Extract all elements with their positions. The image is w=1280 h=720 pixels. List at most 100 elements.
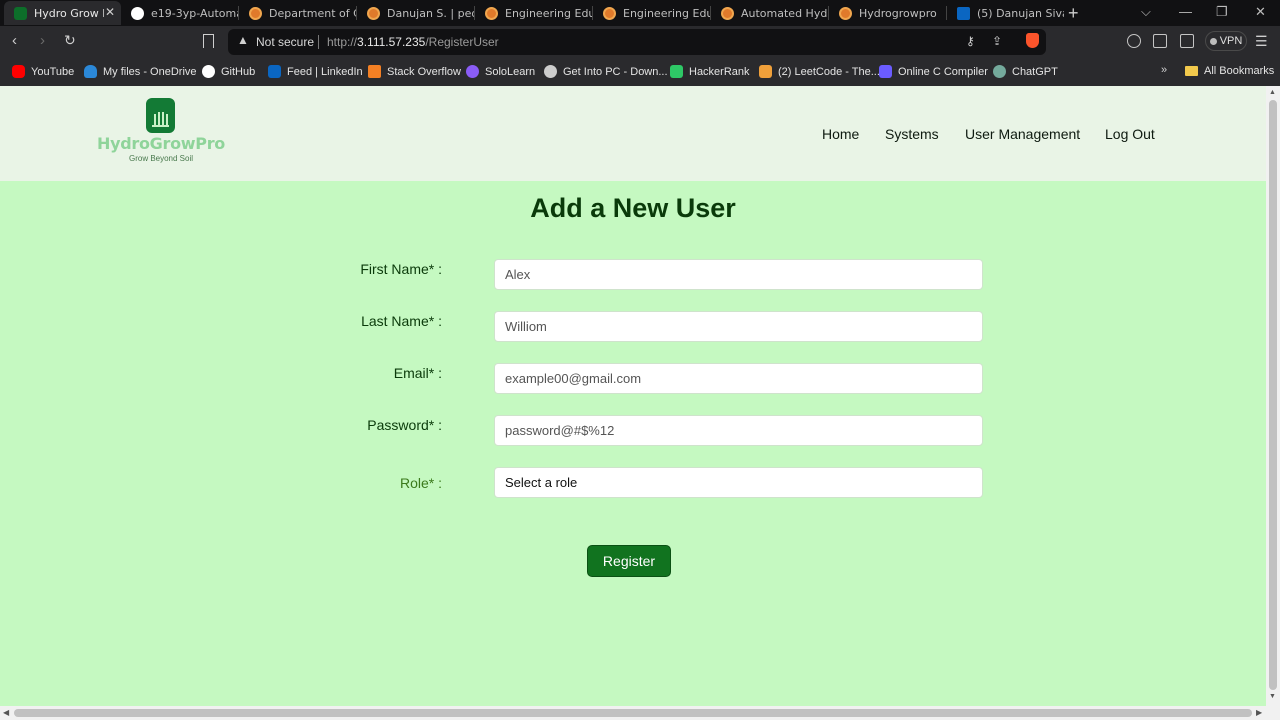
peradeniya-icon [367, 6, 380, 20]
bookmark-label: Get Into PC - Down... [563, 65, 668, 78]
bookmark-leetcode[interactable]: (2) LeetCode - The... [759, 65, 880, 78]
menu-icon[interactable]: ☰ [1255, 33, 1268, 50]
sidebar-icon[interactable] [1153, 34, 1167, 48]
bookmark-label: My files - OneDrive [103, 65, 197, 78]
nav-home[interactable]: Home [822, 126, 859, 142]
tab-hydrogrowpro[interactable]: Hydrogrowpro [829, 1, 946, 25]
vpn-status-icon [1209, 37, 1217, 45]
scroll-down-icon[interactable]: ▼ [1269, 693, 1276, 700]
vertical-scroll-thumb[interactable] [1269, 100, 1277, 690]
role-select-value: Select a role [505, 475, 578, 490]
tab-linkedin-profile[interactable]: (5) Danujan Sivasun [947, 1, 1064, 25]
extensions-icon[interactable] [1127, 34, 1141, 48]
vertical-scrollbar[interactable]: ▲ ▼ [1266, 86, 1280, 706]
bookmark-label: (2) LeetCode - The... [778, 65, 880, 78]
scroll-right-icon[interactable]: ▶ [1256, 708, 1262, 717]
bookmark-stackoverflow[interactable]: Stack Overflow [368, 65, 461, 78]
address-toolbar: ‹ › ↻ ▲ Not secure http://3.111.57.235/R… [0, 26, 1280, 58]
bookmark-label: ChatGPT [1012, 65, 1058, 78]
minimize-icon[interactable]: — [1179, 4, 1192, 19]
last-name-input[interactable] [494, 311, 983, 342]
reload-icon[interactable]: ↻ [64, 32, 76, 49]
forward-icon[interactable]: › [40, 32, 45, 49]
logo-wordmark: HydroGrowPro [97, 134, 225, 153]
horizontal-scroll-thumb[interactable] [14, 709, 1252, 717]
tab-department[interactable]: Department of Com [239, 1, 356, 25]
maximize-icon[interactable]: ❐ [1216, 4, 1228, 20]
hackerrank-icon [670, 65, 683, 78]
bookmark-linkedin[interactable]: Feed | LinkedIn [268, 65, 363, 78]
linkedin-icon [957, 6, 970, 20]
tab-danujan-people[interactable]: Danujan S. | people [357, 1, 474, 25]
all-bookmarks-label: All Bookmarks [1204, 65, 1275, 77]
tab-title: e19-3yp-Automated [151, 6, 238, 20]
more-bookmarks-icon[interactable]: » [1161, 64, 1167, 76]
page-viewport: HydroGrowPro Grow Beyond Soil Home Syste… [0, 86, 1266, 706]
role-label: Role* : [399, 475, 442, 491]
tab-title: Engineering Educat [505, 6, 592, 20]
bookmarks-bar: YouTube My files - OneDrive GitHub Feed … [0, 58, 1280, 86]
tab-strip: Hydro Grow Pr ✕ e19-3yp-Automated Depart… [0, 0, 1280, 26]
tab-title: Hydro Grow Pr [34, 6, 104, 20]
onedrive-icon [84, 65, 97, 78]
logo-tagline: Grow Beyond Soil [128, 154, 194, 163]
share-icon[interactable]: ⇪ [992, 34, 1002, 48]
window-close-icon[interactable]: ✕ [1255, 4, 1266, 20]
security-status[interactable]: Not secure [256, 35, 314, 49]
brave-shields-icon[interactable] [1026, 33, 1039, 48]
tab-github-repo[interactable]: e19-3yp-Automated [121, 1, 238, 25]
site-header: HydroGrowPro Grow Beyond Soil Home Syste… [0, 86, 1266, 181]
all-bookmarks[interactable]: All Bookmarks [1185, 65, 1274, 77]
tab-search-icon[interactable]: ⌵ [1141, 4, 1151, 20]
bookmark-onedrive[interactable]: My files - OneDrive [84, 65, 197, 78]
url-scheme: http:// [327, 35, 358, 49]
bookmark-github[interactable]: GitHub [202, 65, 255, 78]
role-select[interactable]: Select a role [494, 467, 983, 498]
nav-systems[interactable]: Systems [885, 126, 939, 142]
peradeniya-icon [721, 6, 734, 20]
getintopc-icon [544, 65, 557, 78]
bookmark-sololearn[interactable]: SoloLearn [466, 65, 535, 78]
tab-hydro-grow[interactable]: Hydro Grow Pr ✕ [4, 1, 121, 25]
wallet-icon[interactable] [1180, 34, 1194, 48]
bookmark-getintopc[interactable]: Get Into PC - Down... [544, 65, 668, 78]
new-tab-icon[interactable]: + [1068, 3, 1079, 24]
email-input[interactable] [494, 363, 983, 394]
password-input[interactable] [494, 415, 983, 446]
email-label: Email* : [393, 365, 442, 381]
url-text[interactable]: http://3.111.57.235/RegisterUser [327, 35, 499, 49]
tab-title: Engineering Educat [623, 6, 710, 20]
address-bar[interactable]: ▲ Not secure http://3.111.57.235/Registe… [228, 29, 1046, 55]
scroll-left-icon[interactable]: ◀ [3, 708, 9, 717]
last-name-label: Last Name* : [361, 313, 442, 329]
scroll-up-icon[interactable]: ▲ [1269, 89, 1276, 96]
folder-icon [1185, 66, 1198, 76]
github-icon [131, 6, 144, 20]
warning-icon[interactable]: ▲ [237, 33, 249, 47]
close-icon[interactable]: ✕ [105, 5, 115, 19]
bookmark-label: Feed | LinkedIn [287, 65, 363, 78]
vpn-button[interactable]: VPN [1205, 31, 1247, 51]
first-name-input[interactable] [494, 259, 983, 290]
tab-engineering-education-1[interactable]: Engineering Educat [475, 1, 592, 25]
bookmark-hackerrank[interactable]: HackerRank [670, 65, 750, 78]
key-icon[interactable]: ⚷ [966, 34, 975, 48]
bookmark-label: HackerRank [689, 65, 750, 78]
url-host: 3.111.57.235 [357, 35, 426, 49]
bookmark-online-c-compiler[interactable]: Online C Compiler [879, 65, 988, 78]
tab-automated-hydroponics[interactable]: Automated Hydrop [711, 1, 828, 25]
nav-user-management[interactable]: User Management [965, 126, 1080, 142]
nav-log-out[interactable]: Log Out [1105, 126, 1155, 142]
bookmark-youtube[interactable]: YouTube [12, 65, 74, 78]
register-button[interactable]: Register [587, 545, 671, 577]
linkedin-icon [268, 65, 281, 78]
back-icon[interactable]: ‹ [12, 32, 17, 49]
chatgpt-icon [993, 65, 1006, 78]
bookmark-page-icon[interactable] [203, 34, 214, 48]
tab-engineering-education-2[interactable]: Engineering Educat [593, 1, 710, 25]
bookmark-chatgpt[interactable]: ChatGPT [993, 65, 1058, 78]
tab-title: Hydrogrowpro [859, 6, 937, 20]
site-logo[interactable]: HydroGrowPro Grow Beyond Soil [94, 98, 228, 164]
horizontal-scrollbar[interactable]: ◀ ▶ [0, 706, 1280, 720]
bookmark-label: Stack Overflow [387, 65, 461, 78]
